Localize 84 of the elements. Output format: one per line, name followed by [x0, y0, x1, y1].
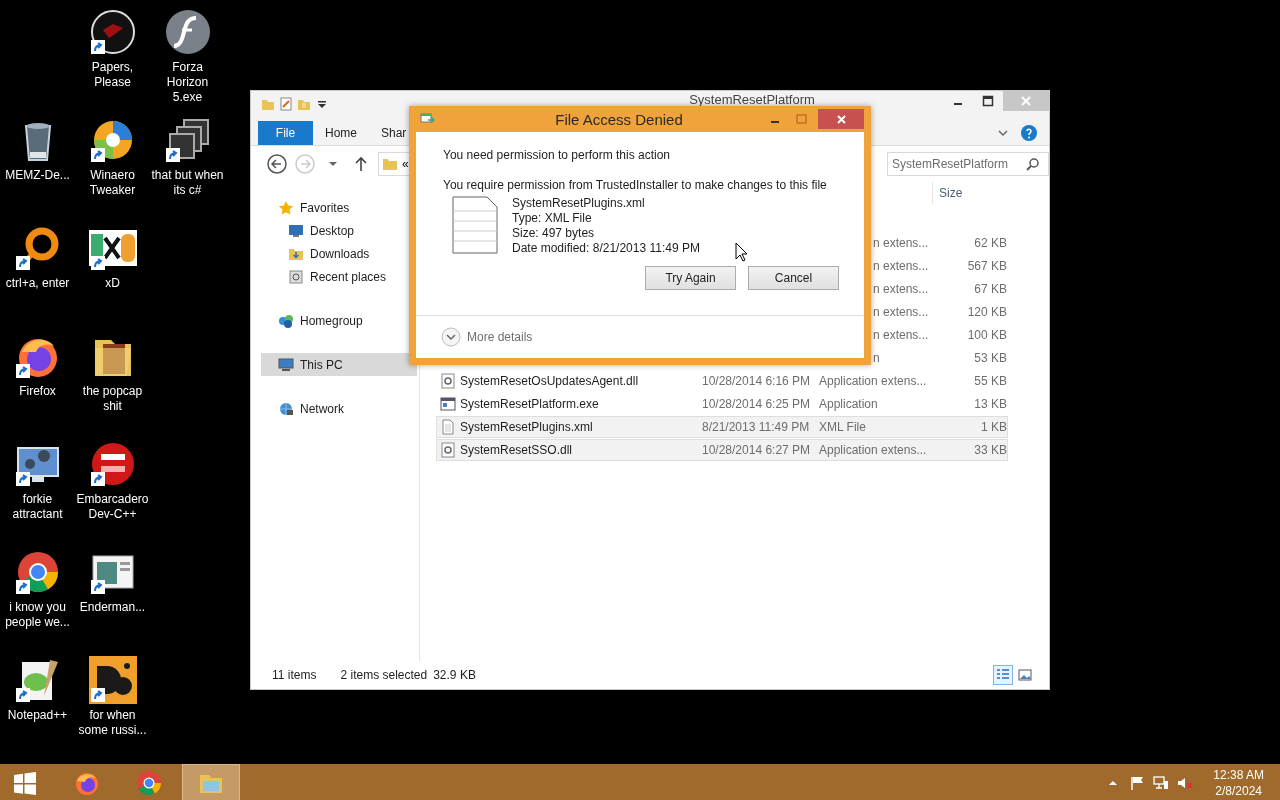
clock-time: 12:38 AM — [1213, 767, 1264, 783]
file-size: 62 KB — [973, 236, 1007, 250]
icon-label: Embarcadero Dev-C++ — [75, 492, 150, 522]
nav-item-label: Desktop — [310, 223, 355, 238]
file-date: 8/21/2013 11:49 PM — [702, 420, 811, 434]
file-size: 33 KB — [973, 443, 1007, 457]
clock-date: 2/8/2024 — [1215, 783, 1262, 799]
nav-item-label: Recent places — [310, 269, 387, 284]
cancel-button[interactable]: Cancel — [748, 266, 839, 290]
file-type: XML File — [819, 420, 867, 434]
clock[interactable]: 12:38 AM 2/8/2024 — [1213, 767, 1264, 799]
file-size: 13 KB — [973, 397, 1007, 411]
nav-item[interactable]: This PC — [261, 353, 417, 376]
file-name: SystemResetPlatform.exe — [460, 397, 600, 411]
nav-item[interactable]: Downloads — [261, 242, 417, 265]
file-size: 67 KB — [973, 282, 1007, 296]
dialog-message: You require permission from TrustedInstaller to make changes to this file — [443, 178, 828, 192]
nav-item-label: Downloads — [310, 246, 370, 261]
file-date: Date modified: 8/21/2013 11:49 PM — [512, 241, 700, 256]
selection-count: 2 items selected — [340, 668, 428, 682]
file-row[interactable]: SystemResetPlatform.exe 10/28/2014 6:25 PM Application 13 KB — [436, 393, 1008, 415]
nav-item[interactable]: Favorites — [261, 196, 417, 219]
file-size: Size: 497 bytes — [512, 226, 596, 241]
file-date: 10/28/2014 6:16 PM — [702, 374, 812, 388]
search-field[interactable]: SystemResetPlatform — [887, 152, 1049, 176]
file-name: SystemResetPlugins.xml — [460, 420, 594, 434]
icon-label: Papers, Please — [90, 60, 135, 90]
file-type: n extens... — [872, 259, 930, 273]
nav-item-label: Homegroup — [300, 313, 363, 328]
breadcrumb-overflow[interactable]: « — [402, 157, 409, 171]
file-type: n — [872, 351, 881, 365]
file-type: n extens... — [872, 305, 930, 319]
file-row[interactable]: SystemResetPlugins.xml 8/21/2013 11:49 PM XML File 1 KB — [436, 416, 1008, 438]
window-title: SystemResetPlatform — [688, 91, 816, 107]
dialog-title: File Access Denied — [554, 110, 684, 128]
more-details-link[interactable]: More details — [467, 330, 533, 344]
file-type: n extens... — [872, 328, 930, 342]
file-size: 1 KB — [980, 420, 1007, 434]
nav-item[interactable]: Homegroup — [261, 309, 417, 332]
item-count: 11 items — [272, 668, 317, 682]
file-type: n extens... — [872, 282, 930, 296]
icon-label: i know you people we... — [4, 600, 71, 630]
icon-label: MEMZ-De... — [4, 168, 71, 183]
nav-item[interactable]: Desktop — [261, 219, 417, 242]
file-size: 567 KB — [966, 259, 1007, 273]
file-type: Type: XML File — [512, 211, 593, 226]
dialog-heading: You need permission to perform this action — [443, 148, 671, 162]
file-type: Application extens... — [819, 443, 928, 457]
file-size: 55 KB — [973, 374, 1007, 388]
nav-item-label: Favorites — [300, 200, 350, 215]
file-date: 10/28/2014 6:27 PM — [702, 443, 812, 457]
file-size: 53 KB — [973, 351, 1007, 365]
icon-label: for when some russi... — [77, 708, 148, 738]
ribbon-tab[interactable]: Shar — [369, 121, 419, 145]
icon-label: Notepad++ — [6, 708, 69, 723]
file-name: SystemResetSSO.dll — [460, 443, 574, 457]
nav-item-label: Network — [300, 401, 344, 416]
nav-item[interactable]: Recent places — [261, 265, 417, 288]
file-size: 120 KB — [966, 305, 1007, 319]
file-type: n extens... — [872, 236, 930, 250]
nav-item[interactable]: Network — [261, 397, 417, 420]
try-again-button[interactable]: Try Again — [645, 266, 736, 290]
icon-label: Enderman... — [78, 600, 147, 615]
icon-label: Winaero Tweaker — [88, 168, 137, 198]
file-name: SystemResetOsUpdatesAgent.dll — [460, 374, 640, 388]
file-name: SystemResetPlugins.xml — [512, 196, 646, 211]
icon-label: that but when its c# — [150, 168, 225, 198]
ribbon-tab[interactable]: Home — [313, 121, 369, 145]
file-tab[interactable]: File — [258, 121, 313, 145]
file-row[interactable]: SystemResetOsUpdatesAgent.dll 10/28/2014 6:16 PM Application extens... 55 KB — [436, 370, 1008, 392]
icon-label: the popcap shit — [81, 384, 144, 414]
icon-label: ctrl+a, enter — [4, 276, 71, 291]
file-type: Application — [819, 397, 879, 411]
icon-label: Forza Horizon 5.exe — [165, 60, 210, 105]
selection-size: 32.9 KB — [433, 668, 476, 682]
file-size: 100 KB — [966, 328, 1007, 342]
nav-item-label: This PC — [300, 357, 343, 372]
column-header[interactable]: Size — [932, 182, 1009, 204]
file-row[interactable]: SystemResetSSO.dll 10/28/2014 6:27 PM Application extens... 33 KB — [436, 439, 1008, 461]
file-date: 10/28/2014 6:25 PM — [702, 397, 812, 411]
icon-label: forkie attractant — [11, 492, 64, 522]
icon-label: Firefox — [18, 384, 57, 399]
file-type: Application extens... — [819, 374, 928, 388]
icon-label: xD — [104, 276, 121, 291]
